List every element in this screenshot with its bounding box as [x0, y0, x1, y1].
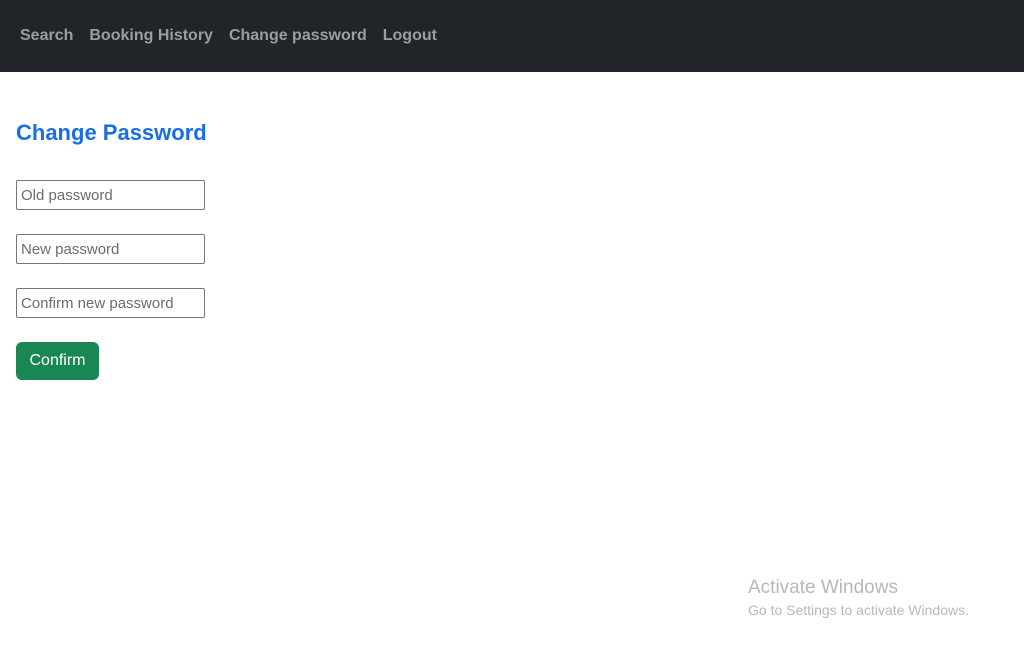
nav-booking-history-link[interactable]: Booking History [81, 27, 221, 45]
watermark-subtitle: Go to Settings to activate Windows. [748, 602, 969, 618]
new-password-input[interactable] [16, 234, 205, 264]
page-title: Change Password [16, 120, 207, 145]
old-password-input[interactable] [16, 180, 205, 210]
confirm-button[interactable]: Confirm [16, 342, 99, 380]
activate-windows-watermark: Activate Windows Go to Settings to activ… [748, 576, 969, 620]
nav-search-link[interactable]: Search [12, 27, 81, 45]
top-navbar: Search Booking History Change password L… [0, 0, 1024, 72]
confirm-password-input[interactable] [16, 288, 205, 318]
nav-logout-link[interactable]: Logout [375, 27, 445, 45]
watermark-title: Activate Windows [748, 577, 898, 598]
nav-change-password-link[interactable]: Change password [221, 27, 375, 45]
